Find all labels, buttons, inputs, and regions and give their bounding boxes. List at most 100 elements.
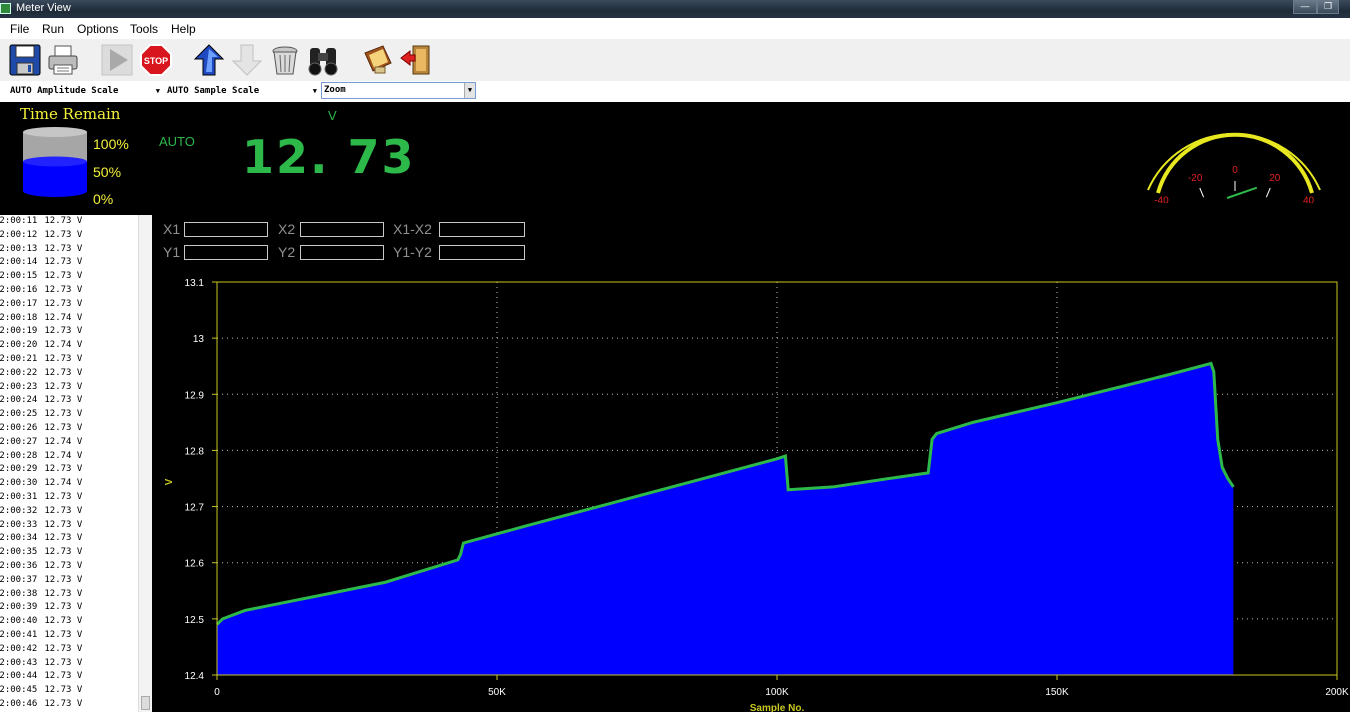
cursor-y1y2-label: Y1-Y2 xyxy=(393,244,432,260)
log-time: 22:00:23 xyxy=(0,381,38,392)
log-row[interactable]: 22:00:28 12.74 V xyxy=(0,450,152,464)
voltage-chart[interactable]: 12.4 12.5 12.6 12.7 12.8 12.9 13 13.1 0 50K 100K 15… xyxy=(152,270,1350,712)
log-row[interactable]: 22:00:37 12.73 V xyxy=(0,574,152,588)
log-value: 12.73 V xyxy=(44,574,83,585)
log-row[interactable]: 22:00:24 12.73 V xyxy=(0,394,152,408)
log-row[interactable]: 22:00:23 12.73 V xyxy=(0,381,152,395)
zoom-select[interactable]: Zoom ▼ xyxy=(321,82,476,99)
search-button[interactable] xyxy=(306,43,340,77)
log-scrollbar[interactable] xyxy=(138,215,152,712)
exit-button[interactable] xyxy=(399,43,433,77)
log-row[interactable]: 22:00:40 12.73 V xyxy=(0,615,152,629)
menu-run[interactable]: Run xyxy=(42,22,64,36)
log-value: 12.73 V xyxy=(44,685,83,696)
log-time: 22:00:11 xyxy=(0,216,38,226)
save-icon xyxy=(9,44,41,76)
battery-tick-100: 100% xyxy=(93,136,129,152)
menu-options[interactable]: Options xyxy=(77,22,118,36)
log-row[interactable]: 22:00:22 12.73 V xyxy=(0,367,152,381)
book-icon xyxy=(364,45,392,74)
menu-file[interactable]: File xyxy=(10,22,29,36)
save-button[interactable] xyxy=(8,43,42,77)
log-value: 12.73 V xyxy=(44,326,83,337)
gauge-tick-label: 0 xyxy=(1232,165,1238,176)
print-button[interactable] xyxy=(46,43,80,77)
reading-log-list[interactable]: 22:00:11 12.73 V 22:00:12 12.73 V 22:00:13 12… xyxy=(0,215,152,712)
log-row[interactable]: 22:00:32 12.73 V xyxy=(0,505,152,519)
log-row[interactable]: 22:00:26 12.73 V xyxy=(0,422,152,436)
amplitude-scale-select[interactable]: AUTO Amplitude Scale ▼ xyxy=(10,84,160,99)
log-row[interactable]: 22:00:35 12.73 V xyxy=(0,546,152,560)
log-time: 22:00:16 xyxy=(0,284,38,295)
gauge-tick xyxy=(1265,187,1271,198)
log-row[interactable]: 22:00:17 12.73 V xyxy=(0,298,152,312)
gauge-needle xyxy=(1226,186,1258,199)
log-row[interactable]: 22:00:31 12.73 V xyxy=(0,491,152,505)
menu-help[interactable]: Help xyxy=(171,22,196,36)
log-row[interactable]: 22:00:19 12.73 V xyxy=(0,325,152,339)
minimize-button[interactable]: — xyxy=(1293,0,1317,14)
log-row[interactable]: 22:00:20 12.74 V xyxy=(0,339,152,353)
log-value: 12.73 V xyxy=(44,464,83,475)
log-time: 22:00:18 xyxy=(0,312,38,323)
log-row[interactable]: 22:00:33 12.73 V xyxy=(0,519,152,533)
move-down-button[interactable] xyxy=(230,43,264,77)
log-row[interactable]: 22:00:46 12.73 V xyxy=(0,698,152,712)
log-row[interactable]: 22:00:14 12.73 V xyxy=(0,256,152,270)
log-row[interactable]: 22:00:11 12.73 V xyxy=(0,215,152,229)
log-row[interactable]: 22:00:45 12.73 V xyxy=(0,684,152,698)
log-row[interactable]: 22:00:44 12.73 V xyxy=(0,670,152,684)
log-value: 12.73 V xyxy=(44,602,83,613)
battery-tick-0: 0% xyxy=(93,191,114,207)
log-row[interactable]: 22:00:30 12.74 V xyxy=(0,477,152,491)
log-row[interactable]: 22:00:16 12.73 V xyxy=(0,284,152,298)
cursor-x1-field xyxy=(184,222,268,237)
log-value: 12.73 V xyxy=(44,257,83,268)
log-row[interactable]: 22:00:21 12.73 V xyxy=(0,353,152,367)
y-tick-label: 13.1 xyxy=(185,278,205,289)
log-time: 22:00:42 xyxy=(0,643,38,654)
menu-tools[interactable]: Tools xyxy=(130,22,158,36)
y-tick-label: 13 xyxy=(193,334,205,345)
x-tick-label: 150K xyxy=(1045,687,1069,698)
help-book-button[interactable] xyxy=(361,43,395,77)
scroll-thumb[interactable] xyxy=(141,696,150,710)
cursor-x1x2-field xyxy=(439,222,525,237)
log-value: 12.73 V xyxy=(44,409,83,420)
zoom-value: Zoom xyxy=(324,85,346,95)
log-row[interactable]: 22:00:34 12.73 V xyxy=(0,532,152,546)
menu-bar: File Run Options Tools Help xyxy=(0,18,1350,39)
unit-label: V xyxy=(328,108,337,123)
sample-scale-select[interactable]: AUTO Sample Scale ▼ xyxy=(167,84,317,99)
restore-button[interactable]: ❐ xyxy=(1317,0,1339,14)
play-button[interactable] xyxy=(100,43,134,77)
log-row[interactable]: 22:00:41 12.73 V xyxy=(0,629,152,643)
log-row[interactable]: 22:00:18 12.74 V xyxy=(0,312,152,326)
play-icon xyxy=(101,44,133,76)
log-value: 12.73 V xyxy=(44,229,83,240)
log-row[interactable]: 22:00:36 12.73 V xyxy=(0,560,152,574)
log-row[interactable]: 22:00:42 12.73 V xyxy=(0,643,152,657)
log-time: 22:00:29 xyxy=(0,464,38,475)
log-value: 12.73 V xyxy=(44,284,83,295)
log-row[interactable]: 22:00:27 12.74 V xyxy=(0,436,152,450)
log-value: 12.73 V xyxy=(44,671,83,682)
log-time: 22:00:35 xyxy=(0,547,38,558)
chevron-down-icon[interactable]: ▼ xyxy=(464,83,475,98)
delete-button[interactable] xyxy=(268,43,302,77)
log-row[interactable]: 22:00:43 12.73 V xyxy=(0,657,152,671)
log-row[interactable]: 22:00:15 12.73 V xyxy=(0,270,152,284)
log-value: 12.73 V xyxy=(44,698,83,709)
app-icon xyxy=(0,3,11,14)
log-row[interactable]: 22:00:13 12.73 V xyxy=(0,243,152,257)
sample-scale-value: AUTO Sample Scale xyxy=(167,86,260,96)
log-row[interactable]: 22:00:29 12.73 V xyxy=(0,463,152,477)
log-row[interactable]: 22:00:38 12.73 V xyxy=(0,588,152,602)
log-row[interactable]: 22:00:25 12.73 V xyxy=(0,408,152,422)
log-value: 12.74 V xyxy=(44,312,83,323)
move-up-button[interactable] xyxy=(192,43,226,77)
cursor-x2-label: X2 xyxy=(278,221,296,237)
stop-button[interactable]: STOP xyxy=(139,43,173,77)
log-row[interactable]: 22:00:39 12.73 V xyxy=(0,601,152,615)
log-row[interactable]: 22:00:12 12.73 V xyxy=(0,229,152,243)
